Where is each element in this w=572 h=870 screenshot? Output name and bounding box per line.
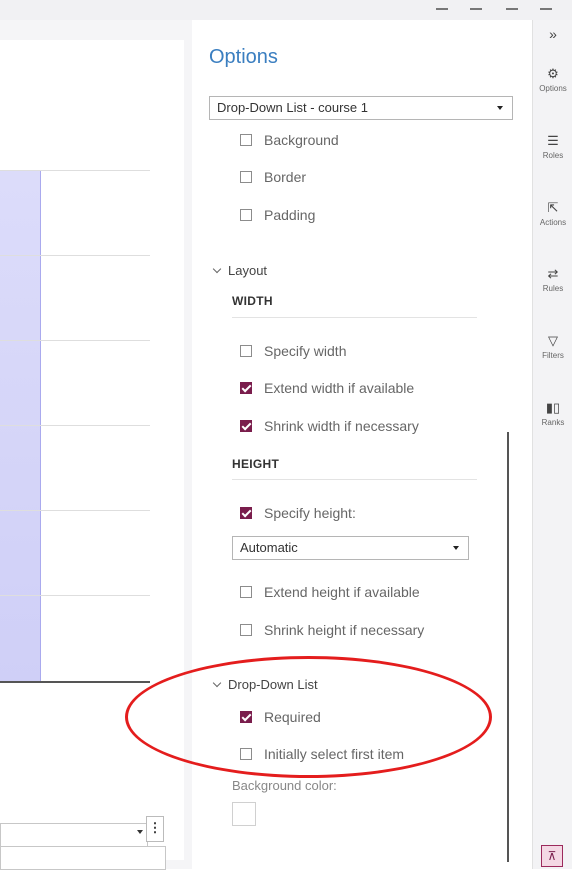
background-checkbox[interactable] [240,134,252,146]
toolbar-icon[interactable] [506,0,518,10]
specify-width-label: Specify width [264,343,347,359]
canvas-page: ⋮ [0,40,184,870]
border-checkbox[interactable] [240,171,252,183]
extend-height-checkbox[interactable] [240,586,252,598]
rail-tab-label: Roles [542,151,564,160]
chevron-down-icon [453,546,459,550]
divider [232,317,477,318]
gridline [0,170,150,171]
required-label: Required [264,709,321,725]
object-selector-value: Drop-Down List - course 1 [217,100,368,115]
layout-section-header[interactable]: Layout [212,263,268,278]
background-color-swatch[interactable] [232,802,256,826]
height-heading: HEIGHT [232,457,280,471]
select-first-item-checkbox[interactable] [240,748,252,760]
dropdown-list-input[interactable] [0,846,166,870]
rail-tab-rules[interactable]: ⇄ Rules [533,266,572,293]
rail-tab-filters[interactable]: ▽ Filters [533,333,572,360]
chevron-down-icon [212,678,222,688]
chart-bar[interactable] [0,170,41,682]
dropdown-list-section-header[interactable]: Drop-Down List [212,677,318,692]
background-color-label: Background color: [232,778,337,793]
top-toolbar [0,0,572,20]
rail-tab-label: Ranks [541,418,565,427]
rail-tab-options[interactable]: ⚙ Options [533,66,572,93]
rail-tab-label: Options [539,84,567,93]
panel-scrollbar[interactable] [507,432,509,862]
required-checkbox[interactable] [240,711,252,723]
background-label: Background [264,132,339,148]
padding-checkbox[interactable] [240,209,252,221]
dropdown-list-control[interactable] [0,823,148,847]
rules-icon: ⇄ [547,266,559,281]
gridline [0,425,150,426]
bar-chart[interactable] [0,104,150,684]
filter-icon: ▽ [548,333,558,348]
extend-height-label: Extend height if available [264,584,420,600]
extend-width-label: Extend width if available [264,380,415,396]
dropdown-list-heading: Drop-Down List [228,677,318,692]
pin-icon[interactable]: ⊼ [541,845,563,867]
gridline [0,340,150,341]
panel-title: Options [209,46,278,68]
chevron-down-icon [212,264,222,274]
rail-tab-label: Actions [539,218,567,227]
shrink-width-checkbox[interactable] [240,420,252,432]
height-select[interactable]: Automatic [232,536,469,560]
specify-width-checkbox[interactable] [240,345,252,357]
shrink-height-label: Shrink height if necessary [264,622,425,638]
toolbar-icon[interactable] [470,0,482,10]
chevron-down-icon[interactable] [137,830,143,834]
gridline [0,510,150,511]
report-canvas: ⋮ [0,20,192,870]
chevron-down-icon [497,106,503,110]
height-select-value: Automatic [240,540,298,555]
padding-label: Padding [264,207,316,223]
gridline [0,255,150,256]
layout-heading: Layout [228,263,268,278]
options-icon: ⚙ [547,66,559,81]
more-options-icon[interactable]: ⋮ [146,816,164,842]
x-axis [0,681,150,683]
specify-height-checkbox[interactable] [240,507,252,519]
select-first-item-label: Initially select first item [264,746,405,762]
border-label: Border [264,169,307,185]
shrink-width-label: Shrink width if necessary [264,418,419,434]
shrink-height-checkbox[interactable] [240,624,252,636]
rail-tab-label: Rules [542,284,564,293]
ranks-icon: ▮▯ [545,400,561,415]
width-heading: WIDTH [232,294,273,308]
right-rail: » ⚙ Options ☰ Roles ⇱ Actions ⇄ Rules ▽ … [532,20,572,869]
roles-icon: ☰ [547,133,559,148]
rail-tab-roles[interactable]: ☰ Roles [533,133,572,160]
gridline [0,595,150,596]
options-panel: Options Drop-Down List - course 1 Backgr… [192,20,532,869]
specify-height-label: Specify height: [264,505,356,521]
actions-icon: ⇱ [547,200,559,215]
collapse-panel-button[interactable]: » [533,26,572,42]
rail-tab-ranks[interactable]: ▮▯ Ranks [533,400,572,427]
divider [232,479,477,480]
toolbar-icon[interactable] [436,0,448,10]
toolbar-icon[interactable] [540,0,552,10]
rail-tab-label: Filters [542,351,564,360]
rail-tab-actions[interactable]: ⇱ Actions [533,200,572,227]
double-chevron-icon: » [549,26,557,42]
extend-width-checkbox[interactable] [240,382,252,394]
object-selector[interactable]: Drop-Down List - course 1 [209,96,513,120]
